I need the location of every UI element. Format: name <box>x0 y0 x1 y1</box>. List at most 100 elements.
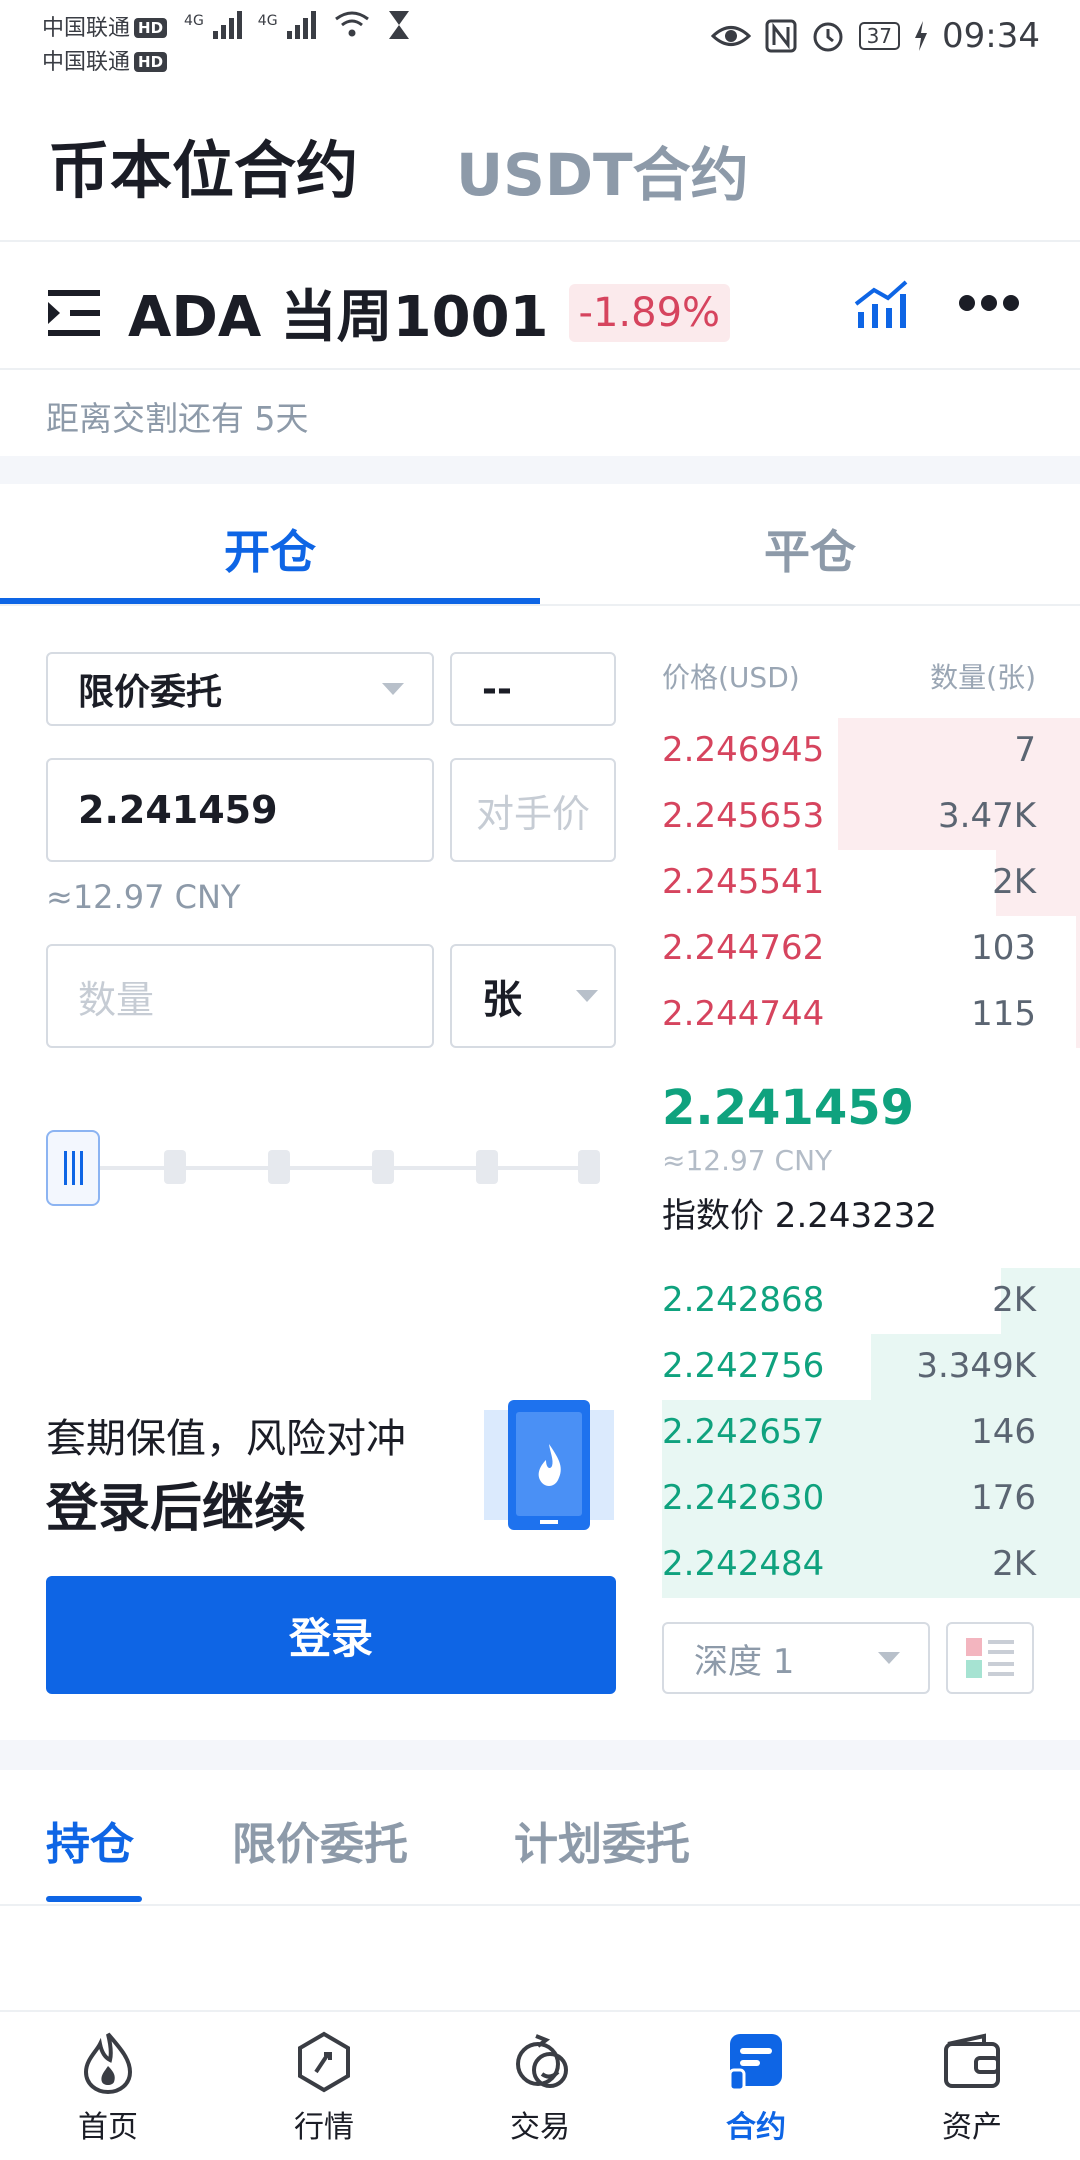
ask-price: 2.244744 <box>662 994 825 1034</box>
carrier-1: 中国联通 <box>42 16 131 41</box>
slider-step[interactable] <box>578 1150 600 1184</box>
ask-row[interactable]: 2.244744 115 <box>662 982 1080 1048</box>
unit-value: 张 <box>482 977 522 1023</box>
eye-icon <box>710 26 751 46</box>
tab-limit-orders[interactable]: 限价委托 <box>232 1808 408 1872</box>
nav-label: 资产 <box>942 2110 1002 2145</box>
status-bar-left: 中国联通 HD 4G 4G 中国联通 HD <box>42 4 413 80</box>
tab-usdt-margined[interactable]: USDT合约 <box>456 128 749 212</box>
hedge-slogan: 套期保值，风险对冲 <box>46 1416 406 1462</box>
orderbook-qty-header: 数量(张) <box>930 661 1036 694</box>
order-type-value: 限价委托 <box>78 672 223 713</box>
nav-contract[interactable]: 合约 <box>648 2012 864 2160</box>
slider-step[interactable] <box>268 1150 290 1184</box>
drawer-menu-icon[interactable] <box>48 289 100 336</box>
slider-step[interactable] <box>164 1150 186 1184</box>
bid-price: 2.242868 <box>662 1280 825 1320</box>
nav-market[interactable]: 行情 <box>216 2012 432 2160</box>
unit-select[interactable]: 张 <box>450 944 616 1048</box>
slider-thumb[interactable] <box>46 1130 100 1206</box>
divider <box>0 1904 1080 1906</box>
nav-label: 行情 <box>294 2110 354 2145</box>
quantity-placeholder: 数量 <box>78 977 155 1022</box>
ask-quantity: 2K <box>992 862 1036 902</box>
counter-price-button[interactable]: 对手价 <box>450 758 616 862</box>
tab-close-position[interactable]: 平仓 <box>540 516 1080 582</box>
phone-flame-icon <box>484 1400 614 1530</box>
slider-step[interactable] <box>476 1150 498 1184</box>
nav-home[interactable]: 首页 <box>0 2012 216 2160</box>
nav-label: 交易 <box>510 2110 570 2145</box>
bid-price: 2.242630 <box>662 1478 825 1518</box>
divider <box>0 604 1080 606</box>
orderbook-layout-button[interactable] <box>946 1622 1034 1694</box>
pair-selector[interactable]: ADA 当周1001 -1.89% <box>48 272 731 353</box>
signal-icon-2 <box>286 11 316 39</box>
ask-row[interactable]: 2.245541 2K <box>662 850 1080 916</box>
depth-select[interactable]: 深度 1 <box>662 1622 930 1694</box>
bid-row[interactable]: 2.242484 2K <box>662 1532 1080 1598</box>
tab-positions[interactable]: 持仓 <box>46 1808 134 1872</box>
leverage-select[interactable]: -- <box>450 652 616 726</box>
flame-icon <box>83 2032 133 2094</box>
bid-row[interactable]: 2.242868 2K <box>662 1268 1080 1334</box>
quantity-input[interactable]: 数量 <box>46 944 434 1048</box>
ask-price: 2.245653 <box>662 796 825 836</box>
ask-price: 2.245541 <box>662 862 825 902</box>
ask-quantity: 103 <box>971 928 1036 968</box>
tab-open-position[interactable]: 开仓 <box>0 516 540 582</box>
signal-icon <box>212 11 242 39</box>
bid-row[interactable]: 2.242657 146 <box>662 1400 1080 1466</box>
last-price: 2.241459 <box>662 1080 915 1136</box>
bid-quantity: 176 <box>971 1478 1036 1518</box>
bid-price: 2.242756 <box>662 1346 825 1386</box>
divider <box>0 368 1080 370</box>
ask-row[interactable]: 2.244762 103 <box>662 916 1080 982</box>
charging-icon <box>915 21 928 51</box>
tab-plan-orders[interactable]: 计划委托 <box>514 1808 690 1872</box>
exchange-icon <box>516 2034 568 2088</box>
divider <box>0 240 1080 242</box>
section-gap <box>0 1740 1080 1770</box>
index-price: 指数价 2.243232 <box>662 1196 938 1236</box>
contract-icon <box>728 2034 782 2092</box>
pair-name: ADA 当周1001 <box>128 285 549 350</box>
bid-quantity: 2K <box>992 1280 1036 1320</box>
last-price-cny: ≈12.97 CNY <box>662 1144 833 1177</box>
orderbook-price-header: 价格(USD) <box>662 661 800 694</box>
wallet-icon <box>944 2033 1000 2088</box>
bid-row[interactable]: 2.242756 3.349K <box>662 1334 1080 1400</box>
counter-price-label: 对手价 <box>475 791 590 836</box>
nav-assets[interactable]: 资产 <box>864 2012 1080 2160</box>
ask-row[interactable]: 2.245653 3.47K <box>662 784 1080 850</box>
ask-price: 2.244762 <box>662 928 825 968</box>
orderbook-layout-icon <box>966 1638 1014 1678</box>
bid-quantity: 2K <box>992 1544 1036 1584</box>
bid-price: 2.242484 <box>662 1544 825 1584</box>
status-bar-right: 37 09:34 <box>710 16 1040 56</box>
tab-coin-margined[interactable]: 币本位合约 <box>48 120 358 210</box>
ask-quantity: 3.47K <box>938 796 1036 836</box>
price-input[interactable]: 2.241459 <box>46 758 434 862</box>
slider-step[interactable] <box>372 1150 394 1184</box>
wifi-icon <box>334 11 369 37</box>
market-icon <box>298 2031 350 2093</box>
battery-level: 37 <box>858 22 901 50</box>
depth-value: 深度 1 <box>694 1641 795 1682</box>
hourglass-icon <box>388 11 409 39</box>
price-cny-estimate: ≈12.97 CNY <box>46 878 241 916</box>
order-type-select[interactable]: 限价委托 <box>46 652 434 726</box>
login-button[interactable]: 登录 <box>46 1576 616 1694</box>
more-icon[interactable] <box>958 292 1020 314</box>
kline-chart-icon[interactable] <box>854 278 910 330</box>
tab-indicator <box>46 1896 142 1902</box>
ask-depth-bar <box>1075 982 1080 1048</box>
bid-row[interactable]: 2.242630 176 <box>662 1466 1080 1532</box>
delivery-countdown: 距离交割还有 5天 <box>46 399 309 438</box>
nav-exchange[interactable]: 交易 <box>432 2012 648 2160</box>
chevron-down-icon <box>576 990 598 1002</box>
leverage-value: -- <box>482 668 512 710</box>
chevron-down-icon <box>382 683 404 695</box>
alarm-icon <box>813 22 843 52</box>
ask-row[interactable]: 2.246945 7 <box>662 718 1080 784</box>
